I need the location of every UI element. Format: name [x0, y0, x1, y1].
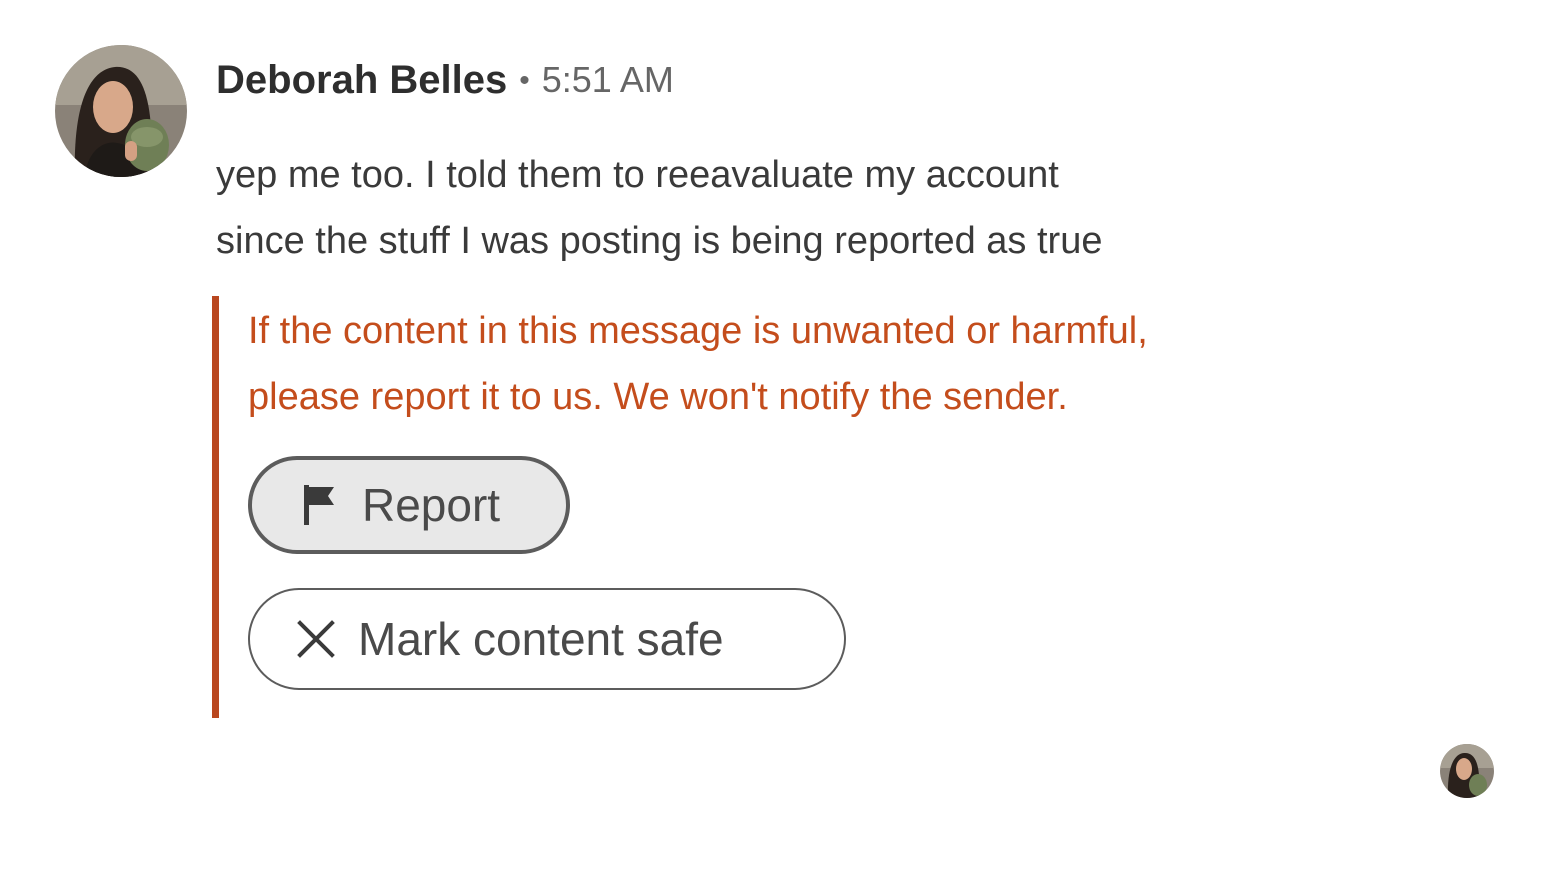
message-header: Deborah Belles • 5:51 AM — [216, 52, 674, 108]
sender-name[interactable]: Deborah Belles — [216, 58, 507, 103]
separator-dot: • — [519, 64, 530, 97]
flag-icon — [300, 483, 340, 527]
warning-text: If the content in this message is unwant… — [248, 298, 1148, 430]
harmful-content-warning: If the content in this message is unwant… — [212, 296, 1462, 718]
sender-avatar[interactable] — [55, 45, 187, 177]
read-receipt-photo — [1440, 744, 1494, 798]
message-body-line: since the stuff I was posting is being r… — [216, 220, 1103, 262]
warning-accent-bar — [212, 296, 219, 718]
report-button[interactable]: Report — [248, 456, 570, 554]
report-button-label: Report — [362, 479, 501, 531]
mark-content-safe-label: Mark content safe — [358, 613, 724, 665]
warning-line: please report it to us. We won't notify … — [248, 376, 1068, 418]
mark-content-safe-button[interactable]: Mark content safe — [248, 588, 846, 690]
profile-photo — [55, 45, 187, 177]
message-item: Deborah Belles • 5:51 AM yep me too. I t… — [0, 0, 1566, 873]
message-body-line: yep me too. I told them to reeavaluate m… — [216, 154, 1059, 196]
warning-line: If the content in this message is unwant… — [248, 310, 1148, 352]
message-timestamp: 5:51 AM — [541, 59, 674, 100]
read-receipt-avatar — [1440, 744, 1494, 798]
close-icon — [296, 617, 336, 661]
message-body: yep me too. I told them to reeavaluate m… — [216, 142, 1416, 274]
